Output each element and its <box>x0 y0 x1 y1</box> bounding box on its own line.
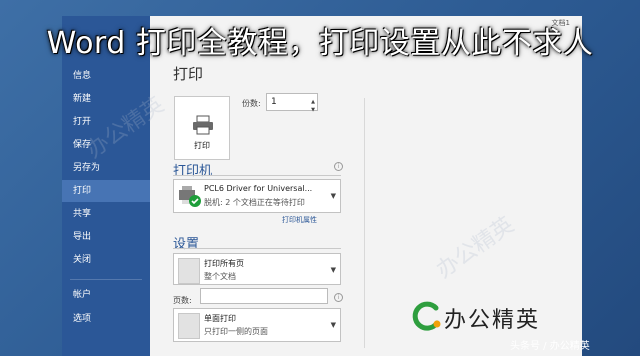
sidebar-item-account[interactable]: 帐户 <box>62 284 150 306</box>
print-sides-title: 单面打印 <box>204 314 236 323</box>
pages-label: 页数: <box>173 296 192 305</box>
brand-logo: 办公精英 <box>410 297 580 337</box>
print-sides-desc: 只打印一侧的页面 <box>204 327 268 336</box>
print-range-title: 打印所有页 <box>204 259 244 268</box>
copies-value: 1 <box>271 97 277 107</box>
copies-spinner[interactable]: 1 ▲ ▼ <box>266 93 318 113</box>
chevron-down-icon: ▼ <box>330 321 336 329</box>
brand-name: 办公精英 <box>444 308 541 333</box>
pages-info-icon[interactable]: i <box>334 293 343 302</box>
settings-heading: 设置 <box>173 237 200 252</box>
printer-heading: 打印机 <box>173 164 213 179</box>
printer-properties-link[interactable]: 打印机属性 <box>282 215 317 225</box>
printer-ready-icon <box>179 186 201 207</box>
printer-divider <box>173 175 341 176</box>
print-range-desc: 整个文档 <box>204 272 236 281</box>
spin-down-icon[interactable]: ▼ <box>311 102 315 118</box>
print-range-select[interactable]: 打印所有页 整个文档 ▼ <box>173 253 341 285</box>
settings-divider <box>173 248 341 249</box>
sidebar-item-share[interactable]: 共享 <box>62 203 150 225</box>
print-button[interactable]: 打印 <box>174 96 230 160</box>
brand-logo-icon <box>412 301 441 331</box>
sidebar-item-close[interactable]: 关闭 <box>62 249 150 271</box>
printer-select[interactable]: PCL6 Driver for Universal... 脱机: 2 个文档正在… <box>173 179 341 213</box>
footer-credit: 头条号 / 办公精英 <box>510 341 590 352</box>
pane-divider <box>364 98 365 348</box>
banner-title: Word 打印全教程，打印设置从此不求人 <box>46 26 594 61</box>
sidebar-item-export[interactable]: 导出 <box>62 226 150 248</box>
backstage-sidebar: 信息 新建 打开 保存 另存为 打印 共享 导出 关闭 帐户 选项 <box>62 16 150 356</box>
sidebar-item-options[interactable]: 选项 <box>62 308 150 330</box>
chevron-down-icon: ▼ <box>330 192 336 200</box>
printer-info-icon[interactable]: i <box>334 162 343 171</box>
print-button-label: 打印 <box>194 141 210 150</box>
page-title: 打印 <box>173 65 204 83</box>
sidebar-divider <box>70 279 142 280</box>
sidebar-item-save-as[interactable]: 另存为 <box>62 157 150 179</box>
printer-status: 脱机: 2 个文档正在等待打印 <box>204 198 305 207</box>
pages-input[interactable] <box>200 288 328 304</box>
printer-name: PCL6 Driver for Universal... <box>204 184 313 193</box>
copies-label: 份数: <box>242 99 261 108</box>
print-sides-select[interactable]: 单面打印 只打印一侧的页面 ▼ <box>173 308 341 342</box>
sidebar-item-print[interactable]: 打印 <box>62 180 150 202</box>
pages-icon <box>178 258 200 284</box>
sidebar-item-info[interactable]: 信息 <box>62 65 150 87</box>
single-sided-icon <box>178 313 200 339</box>
printer-icon <box>193 115 213 135</box>
chevron-down-icon: ▼ <box>330 266 336 274</box>
